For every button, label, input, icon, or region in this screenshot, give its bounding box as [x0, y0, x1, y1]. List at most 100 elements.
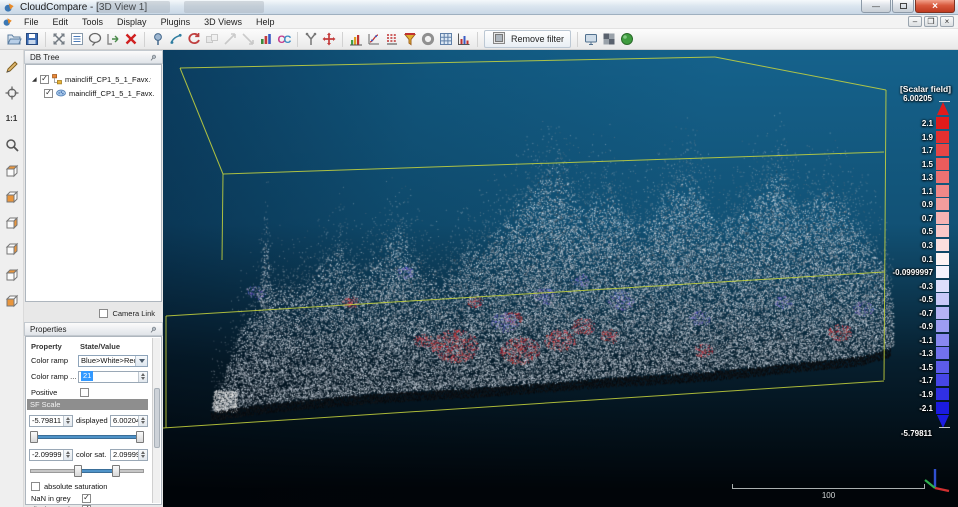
spinner-arrows[interactable] — [138, 416, 147, 426]
view-back-icon[interactable] — [3, 266, 20, 283]
menu-help[interactable]: Help — [249, 15, 282, 29]
absolute-saturation-checkbox[interactable]: ✓ — [31, 482, 40, 491]
match-scale-up-icon[interactable] — [221, 30, 239, 48]
remove-filter-button[interactable]: Remove filter — [484, 30, 571, 48]
menu-edit[interactable]: Edit — [46, 15, 76, 29]
menu-tools[interactable]: Tools — [75, 15, 110, 29]
legend-color-swatch — [936, 131, 949, 143]
menu-plugins[interactable]: Plugins — [154, 15, 198, 29]
pivot-icon[interactable] — [3, 84, 20, 101]
saturation-min-spinbox[interactable]: -2.09999 — [29, 449, 73, 461]
render-ball-icon[interactable] — [618, 30, 636, 48]
legend-color-swatch — [936, 239, 949, 251]
view-front-icon[interactable] — [3, 188, 20, 205]
apply-transformation-icon[interactable] — [104, 30, 122, 48]
zoom-1-1-icon[interactable]: 1:1 — [3, 110, 20, 127]
global-zoom-icon[interactable] — [3, 136, 20, 153]
spinner-arrows[interactable] — [138, 450, 147, 460]
edit-pen-icon[interactable] — [3, 58, 20, 75]
view-right-icon[interactable] — [3, 240, 20, 257]
pin-icon[interactable] — [148, 325, 158, 335]
maximize-button[interactable] — [892, 0, 914, 13]
align-icon[interactable] — [203, 30, 221, 48]
displayed-range-slider[interactable] — [30, 431, 144, 443]
combo-dropdown-button[interactable] — [135, 356, 147, 366]
nan-in-grey-checkbox[interactable]: ✓ — [82, 494, 91, 503]
expander-icon[interactable]: ◢ — [32, 76, 40, 83]
spinner-arrows[interactable] — [63, 450, 72, 460]
compute-histogram-icon[interactable] — [455, 30, 473, 48]
legend-value-label: 1.1 — [922, 187, 933, 196]
legend-value-label: 0.7 — [922, 214, 933, 223]
legend-color-swatch — [936, 212, 949, 224]
spinner-arrows[interactable] — [63, 416, 72, 426]
zoom-center-icon[interactable] — [50, 30, 68, 48]
view-top-icon[interactable] — [3, 162, 20, 179]
legend-row: 1.5 — [163, 158, 958, 170]
minimize-button[interactable]: — — [861, 0, 891, 13]
slider-handle-left[interactable] — [30, 431, 38, 443]
tree-item-label[interactable]: maincliff_CP1_5_1_Favx.txt... — [65, 75, 151, 84]
delete-icon[interactable] — [122, 30, 140, 48]
menu-display[interactable]: Display — [110, 15, 154, 29]
saturation-max-spinbox[interactable]: 2.09999 — [110, 449, 148, 461]
tree-item-file[interactable]: ◢ ✓ maincliff_CP1_5_1_Favx.txt... — [32, 73, 151, 85]
register-icon[interactable] — [185, 30, 203, 48]
spinner-arrows[interactable] — [138, 372, 147, 382]
tree-item-checkbox[interactable]: ✓ — [40, 75, 49, 84]
compute-octree-icon[interactable] — [419, 30, 437, 48]
properties-scrollbar[interactable] — [152, 338, 160, 503]
save-icon[interactable] — [23, 30, 41, 48]
legend-row: -1.7 — [163, 374, 958, 386]
sf-gradient-icon[interactable] — [365, 30, 383, 48]
saturation-range-slider[interactable] — [30, 465, 144, 477]
color-scales-manager-icon[interactable]: CC — [275, 30, 293, 48]
point-picking-icon[interactable] — [149, 30, 167, 48]
sf-histogram-icon[interactable] — [347, 30, 365, 48]
displayed-min-spinbox[interactable]: -5.79811 — [29, 415, 73, 427]
segment-icon[interactable] — [86, 30, 104, 48]
scrollbar-thumb[interactable] — [154, 388, 160, 448]
pin-icon[interactable] — [148, 53, 158, 63]
scale-bar-label: 100 — [732, 491, 925, 500]
color-ramp-select[interactable]: Blue>White>Rec — [78, 355, 148, 367]
sf-arithmetic-icon[interactable] — [401, 30, 419, 48]
mdi-minimize-button[interactable]: ‒ — [908, 16, 922, 27]
view-left-icon[interactable] — [3, 214, 20, 231]
point-list-picking-icon[interactable] — [167, 30, 185, 48]
slider-handle-left[interactable] — [74, 465, 82, 477]
close-button[interactable]: × — [915, 0, 955, 13]
color-ramp-steps-spinbox[interactable]: 21 — [78, 371, 148, 383]
sample-points-icon[interactable] — [302, 30, 320, 48]
translate-rotate-icon[interactable] — [320, 30, 338, 48]
slider-handle-right[interactable] — [136, 431, 144, 443]
scale-bar-tick — [732, 484, 733, 489]
rasterize-icon[interactable] — [437, 30, 455, 48]
tree-item-label[interactable]: maincliff_CP1_5_1_Favx... — [69, 89, 155, 98]
color-ramp-steps-value[interactable]: 21 — [81, 371, 93, 381]
display-settings-icon[interactable] — [582, 30, 600, 48]
view-bottom-icon[interactable] — [3, 292, 20, 309]
stereo-icon[interactable] — [600, 30, 618, 48]
main-toolbar: CC Remove filter — [0, 29, 958, 50]
sf-filter-icon[interactable] — [383, 30, 401, 48]
positive-checkbox[interactable]: ✓ — [80, 388, 89, 397]
open-icon[interactable] — [5, 30, 23, 48]
mdi-restore-button[interactable]: ❐ — [924, 16, 938, 27]
mdi-close-button[interactable]: × — [940, 16, 954, 27]
statistical-test-icon[interactable] — [257, 30, 275, 48]
tree-item-checkbox[interactable]: ✓ — [44, 89, 53, 98]
camera-link-label: Camera Link — [112, 309, 155, 318]
saturation-min-value: -2.09999 — [30, 450, 63, 459]
displayed-min-value: -5.79811 — [30, 416, 63, 425]
properties-list-icon[interactable] — [68, 30, 86, 48]
legend-color-swatch — [936, 266, 949, 278]
menu-file[interactable]: File — [17, 15, 46, 29]
tree-item-cloud[interactable]: ✓ maincliff_CP1_5_1_Favx... — [44, 87, 155, 99]
legend-row: 0.3 — [163, 239, 958, 251]
slider-handle-right[interactable] — [112, 465, 120, 477]
camera-link-checkbox[interactable]: ✓ — [99, 309, 108, 318]
displayed-max-spinbox[interactable]: 6.00204 — [110, 415, 148, 427]
menu-3d-views[interactable]: 3D Views — [197, 15, 249, 29]
match-scale-down-icon[interactable] — [239, 30, 257, 48]
